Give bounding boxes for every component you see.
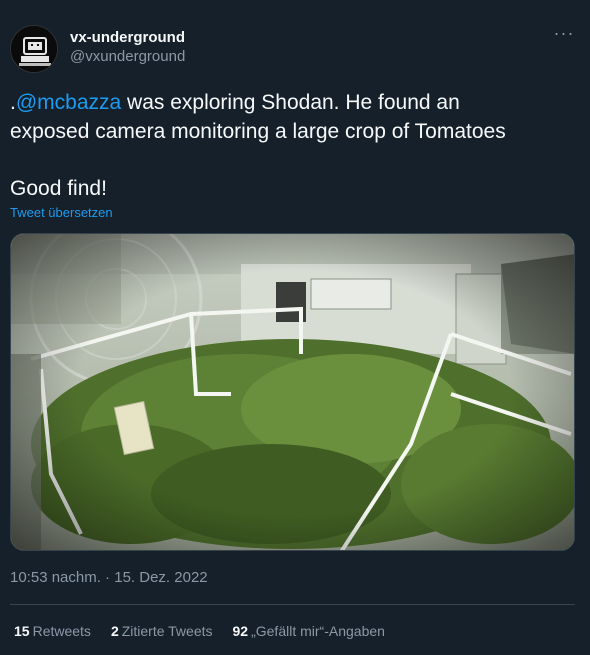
likes-stat[interactable]: 92 „Gefällt mir“-Angaben (233, 623, 385, 639)
stat-count: 15 (14, 623, 30, 639)
stat-label: Zitierte Tweets (121, 623, 213, 639)
tweet-timestamp[interactable]: 10:53 nachm. · 15. Dez. 2022 (10, 569, 208, 586)
stat-label: „Gefällt mir“-Angaben (251, 623, 385, 639)
mention-link[interactable]: @mcbazza (16, 91, 121, 114)
tweet-text: .@mcbazza was exploring Shodan. He found… (10, 88, 575, 203)
tweet-line-1-rest: was exploring Shodan. He found an (121, 91, 460, 114)
tweet-line-3: Good find! (10, 177, 107, 200)
handle[interactable]: @vxunderground (70, 47, 185, 67)
display-name[interactable]: vx-underground (70, 29, 185, 47)
tweet-header: vx-underground @vxunderground ··· (10, 24, 580, 75)
tweet-line-2: exposed camera monitoring a large crop o… (10, 120, 506, 143)
stat-label: Retweets (32, 623, 91, 639)
grow-room-photo (11, 234, 574, 550)
author-names: vx-underground @vxunderground (70, 29, 185, 67)
divider (10, 604, 575, 605)
tweet-media-image[interactable] (10, 233, 575, 551)
more-options-icon[interactable]: ··· (552, 24, 576, 47)
retro-computer-logo-icon (11, 26, 57, 72)
translate-tweet-link[interactable]: Tweet übersetzen (10, 205, 113, 220)
quote-tweets-stat[interactable]: 2 Zitierte Tweets (111, 623, 213, 639)
engagement-stats: 15 Retweets 2 Zitierte Tweets 92 „Gefällt m… (14, 623, 385, 639)
stat-count: 92 (232, 623, 249, 639)
retweets-stat[interactable]: 15 Retweets (14, 623, 91, 639)
tweet-line-1: .@mcbazza was exploring Shodan. He found… (10, 88, 575, 117)
stat-count: 2 (110, 623, 119, 639)
avatar[interactable] (10, 25, 58, 73)
